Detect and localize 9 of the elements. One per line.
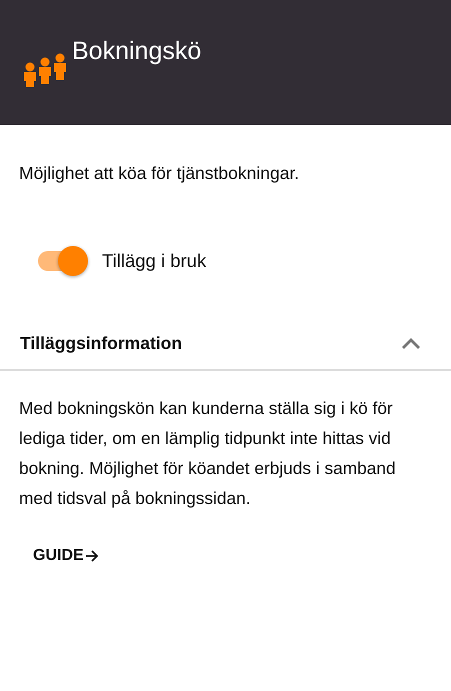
description-text: Möjlighet att köa för tjänstbokningar.	[19, 162, 300, 184]
chevron-icon[interactable]	[401, 337, 421, 349]
toggle-label: Tillägg i bruk	[102, 250, 206, 272]
page-title: Bokningskö	[72, 36, 202, 66]
guide-link[interactable]: GUIDE	[31, 541, 101, 571]
arrow-right-icon	[84, 549, 99, 563]
info-paragraph: Med bokningskön kan kunderna ställa sig i kö för lediga tider, om en lämplig tidpunkt inte hittas vid bokning. Möjlighet för köandet erbjuds i samband med tidsval på bokningssidan.	[18, 397, 397, 510]
toggle-switch[interactable]	[38, 246, 88, 276]
accordion-title: Tilläggsinformation	[20, 332, 182, 354]
